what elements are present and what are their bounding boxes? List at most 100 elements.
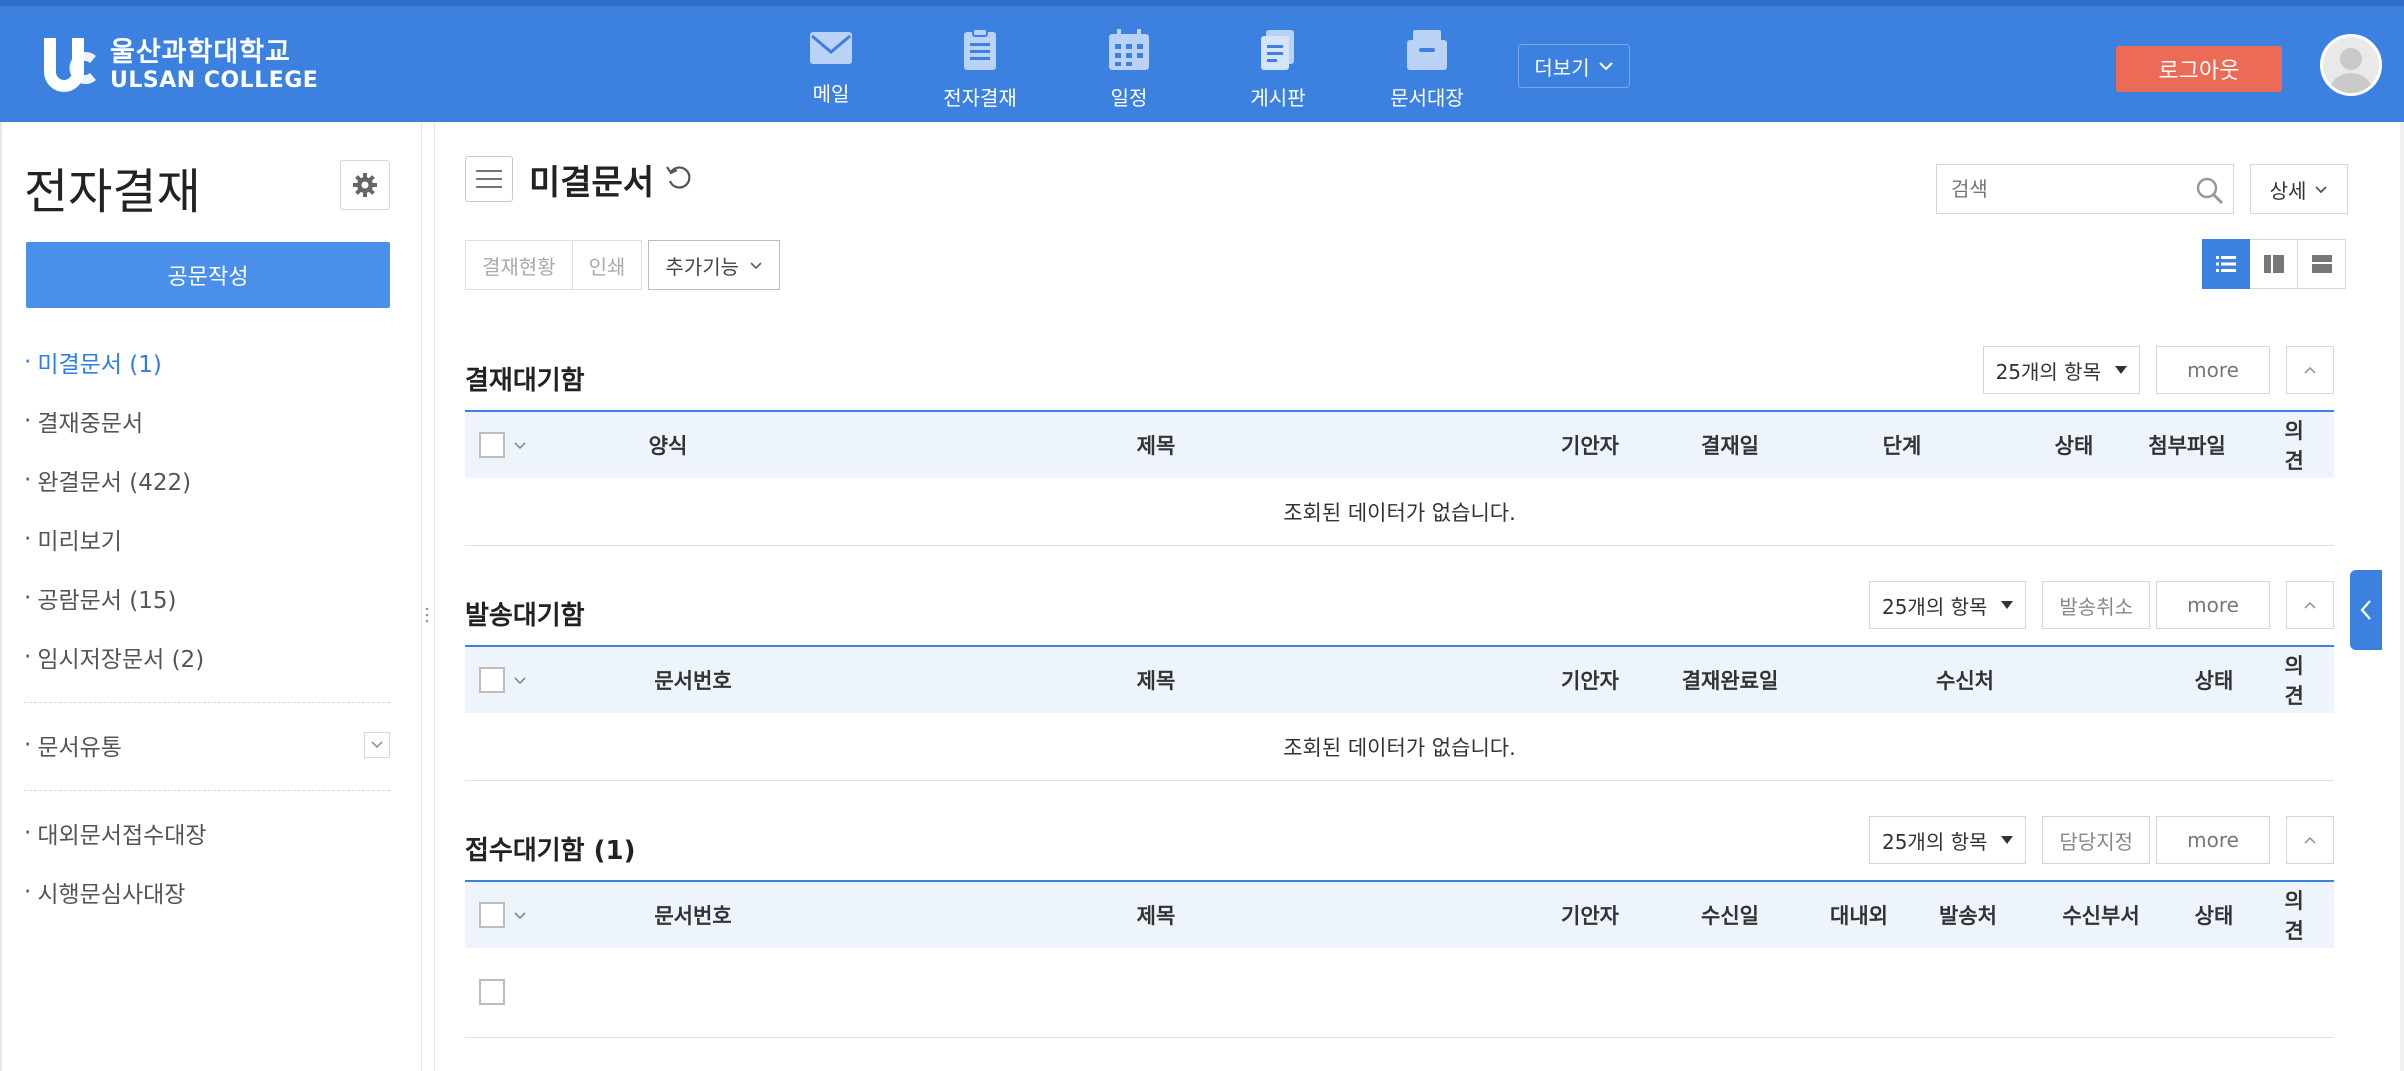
sidebar-item-completed[interactable]: · 완결문서 (422) xyxy=(24,450,390,509)
col-drafter[interactable]: 기안자 xyxy=(1561,882,1619,948)
approval-status-button[interactable]: 결재현황 xyxy=(465,240,573,290)
more-button[interactable]: more xyxy=(2156,346,2270,394)
caret-down-icon xyxy=(2001,836,2014,844)
select-all-checkbox[interactable] xyxy=(479,432,505,458)
nav-board[interactable]: 게시판 xyxy=(1213,28,1343,111)
college-logo[interactable]: 울산과학대학교 ULSAN COLLEGE xyxy=(40,30,318,100)
col-opinion[interactable]: 의견 xyxy=(2285,412,2318,478)
sidebar-item-circulation[interactable]: · 공람문서 (15) xyxy=(24,568,390,627)
sidebar-item-pending[interactable]: · 미결문서 (1) xyxy=(24,332,390,391)
view-mode-toggle xyxy=(2202,239,2346,289)
sidebar-item-review-ledger[interactable]: · 시행문심사대장 xyxy=(24,862,390,921)
sidebar-item-preview[interactable]: · 미리보기 xyxy=(24,509,390,568)
avatar[interactable] xyxy=(2320,34,2382,96)
more-button[interactable]: more xyxy=(2156,816,2270,864)
col-drafter[interactable]: 기안자 xyxy=(1561,412,1619,478)
col-doc-number[interactable]: 문서번호 xyxy=(654,647,731,713)
collapse-section-button[interactable] xyxy=(2286,581,2334,629)
sidebar-item-drafts[interactable]: · 임시저장문서 (2) xyxy=(24,627,390,686)
col-opinion[interactable]: 의견 xyxy=(2285,882,2318,948)
col-title[interactable]: 제목 xyxy=(1137,647,1176,713)
sidebar: 전자결재 공문작성 · 미결문서 (1) · 결재중문서 · 완결문서 (422) ·… xyxy=(0,122,422,1071)
nav-calendar[interactable]: 일정 xyxy=(1064,28,1194,111)
view-list-button[interactable] xyxy=(2202,239,2250,289)
nav-approval-label: 전자결재 xyxy=(943,86,1017,110)
search-input[interactable] xyxy=(1951,177,2181,201)
right-edge xyxy=(2400,122,2404,1071)
assign-handler-button[interactable]: 담당지정 xyxy=(2042,816,2150,864)
col-form[interactable]: 양식 xyxy=(649,412,688,478)
col-title[interactable]: 제목 xyxy=(1137,882,1176,948)
row-checkbox[interactable] xyxy=(479,979,505,1005)
page-size-select[interactable]: 25개의 항목 xyxy=(1868,581,2027,629)
col-doc-number[interactable]: 문서번호 xyxy=(654,882,731,948)
compose-button[interactable]: 공문작성 xyxy=(26,242,390,308)
extra-functions-label: 추가기능 xyxy=(665,254,740,279)
page-size-select[interactable]: 25개의 항목 xyxy=(1982,346,2140,394)
page-title: 미결문서 xyxy=(529,162,655,203)
col-sender[interactable]: 발송처 xyxy=(1939,882,1997,948)
col-completed-date[interactable]: 결재완료일 xyxy=(1682,647,1779,713)
expand-toggle[interactable] xyxy=(364,731,390,758)
col-drafter[interactable]: 기안자 xyxy=(1561,647,1619,713)
nav-mail-label: 메일 xyxy=(812,82,850,106)
col-stage[interactable]: 단계 xyxy=(1883,412,1922,478)
detail-search-button[interactable]: 상세 xyxy=(2250,164,2348,214)
board-icon xyxy=(1261,30,1294,70)
table-row[interactable] xyxy=(465,948,2334,1038)
nav-archive[interactable]: 문서대장 xyxy=(1362,28,1492,111)
col-received-date[interactable]: 수신일 xyxy=(1701,882,1759,948)
sidebar-item-label: 대외문서접수대장 xyxy=(37,822,207,849)
collapse-section-button[interactable] xyxy=(2286,816,2334,864)
col-status[interactable]: 상태 xyxy=(2195,882,2234,948)
page-size-select[interactable]: 25개의 항목 xyxy=(1868,816,2027,864)
empty-message: 조회된 데이터가 없습니다. xyxy=(465,713,2334,781)
search-button[interactable] xyxy=(2195,176,2225,210)
more-button[interactable]: more xyxy=(2156,581,2270,629)
nav-more-button[interactable]: 더보기 xyxy=(1518,44,1630,88)
chevron-down-icon[interactable] xyxy=(513,911,527,920)
sidebar-item-external-receipt[interactable]: · 대외문서접수대장 xyxy=(24,803,390,862)
view-split-vertical-button[interactable] xyxy=(2250,239,2298,289)
col-title[interactable]: 제목 xyxy=(1137,412,1176,478)
sidebar-item-in-progress[interactable]: · 결재중문서 xyxy=(24,391,390,450)
view-split-horizontal-button[interactable] xyxy=(2298,239,2346,289)
settings-button[interactable] xyxy=(340,160,390,210)
gear-icon xyxy=(353,173,377,197)
col-attachment[interactable]: 첨부파일 xyxy=(2148,412,2225,478)
logout-button[interactable]: 로그아웃 xyxy=(2116,46,2282,92)
side-panel-toggle[interactable] xyxy=(2350,570,2382,650)
col-receiving-dept[interactable]: 수신부서 xyxy=(2062,882,2139,948)
chevron-up-icon xyxy=(2304,836,2316,844)
chevron-down-icon[interactable] xyxy=(513,441,527,450)
col-opinion[interactable]: 의견 xyxy=(2285,647,2318,713)
nav-approval[interactable]: 전자결재 xyxy=(915,28,1045,111)
sidebar-group-distribution[interactable]: · 문서유통 xyxy=(24,715,390,774)
chevron-down-icon[interactable] xyxy=(513,676,527,685)
refresh-icon xyxy=(666,166,691,189)
col-status[interactable]: 상태 xyxy=(2195,647,2234,713)
col-internal-external[interactable]: 대내외 xyxy=(1830,882,1888,948)
resize-handle[interactable] xyxy=(424,606,430,624)
chevron-left-icon xyxy=(2360,600,2371,620)
user-icon xyxy=(2329,48,2373,93)
extra-functions-dropdown[interactable]: 추가기능 xyxy=(648,240,781,290)
cancel-send-button[interactable]: 발송취소 xyxy=(2042,581,2150,629)
menu-toggle-button[interactable] xyxy=(465,156,513,202)
section-title: 접수대기함 (1) xyxy=(465,836,636,866)
section-title: 결재대기함 xyxy=(465,366,585,396)
section-approval-waiting: 결재대기함 25개의 항목 more 양식 제목 기안자 결재일 단계 상태 첨… xyxy=(465,346,2334,546)
print-button[interactable]: 인쇄 xyxy=(572,240,643,290)
col-recipient[interactable]: 수신처 xyxy=(1936,647,1994,713)
col-approval-date[interactable]: 결재일 xyxy=(1701,412,1759,478)
select-all-checkbox[interactable] xyxy=(479,667,505,693)
col-status[interactable]: 상태 xyxy=(2055,412,2094,478)
mail-icon xyxy=(810,32,852,64)
send-waiting-table: 문서번호 제목 기안자 결재완료일 수신처 상태 의견 조회된 데이터가 없습니… xyxy=(465,645,2334,781)
receipt-waiting-table: 문서번호 제목 기안자 수신일 대내외 발송처 수신부서 상태 의견 xyxy=(465,880,2334,1038)
collapse-section-button[interactable] xyxy=(2286,346,2334,394)
select-all-checkbox[interactable] xyxy=(479,902,505,928)
nav-mail[interactable]: 메일 xyxy=(766,28,896,107)
refresh-button[interactable] xyxy=(664,162,694,196)
section-send-waiting: 발송대기함 25개의 항목 발송취소 more 문서번호 제목 기안자 결재완료… xyxy=(465,581,2334,781)
